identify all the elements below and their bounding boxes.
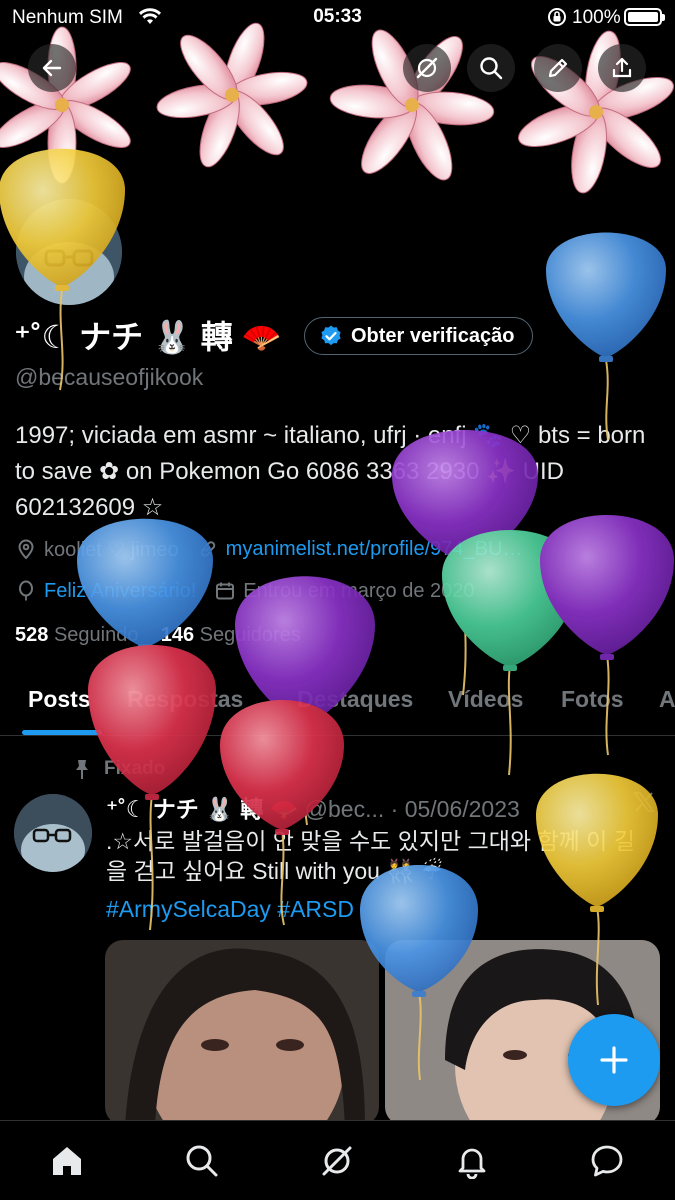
following-link[interactable]: 528 Seguindo bbox=[15, 624, 138, 646]
x-logo-icon bbox=[632, 790, 656, 819]
followers-label: Seguidores bbox=[199, 624, 301, 646]
tab-highlights[interactable]: Destaques bbox=[297, 686, 413, 713]
pencil-icon bbox=[548, 58, 568, 78]
profile-avatar[interactable] bbox=[12, 195, 126, 309]
chat-icon bbox=[591, 1145, 623, 1177]
profile-handle: @becauseofjikook bbox=[15, 364, 204, 390]
search-button[interactable] bbox=[467, 44, 515, 92]
get-verified-label: Obter verificação bbox=[351, 324, 515, 347]
post-handle-date: @bec... · 05/06/2023 bbox=[304, 796, 520, 822]
search-icon bbox=[480, 57, 503, 80]
home-icon bbox=[53, 1147, 81, 1175]
bell-icon bbox=[458, 1148, 486, 1179]
post-avatar[interactable] bbox=[14, 794, 92, 872]
active-tab-indicator bbox=[22, 730, 102, 735]
nav-home[interactable] bbox=[47, 1141, 87, 1181]
nav-messages[interactable] bbox=[587, 1141, 627, 1181]
back-button[interactable] bbox=[28, 44, 76, 92]
followers-count: 146 bbox=[160, 624, 195, 646]
profile-tabs: Posts Respostas Destaques Vídeos Fotos A bbox=[0, 672, 675, 736]
get-verified-button[interactable]: Obter verificação bbox=[304, 317, 534, 355]
following-label: Seguindo bbox=[53, 624, 139, 646]
followers-link[interactable]: 146 Seguidores bbox=[161, 624, 301, 646]
rotation-lock-icon bbox=[546, 6, 568, 34]
nav-search[interactable] bbox=[182, 1141, 222, 1181]
post-text: .☆서로 발걸음이 안 맞을 수도 있지만 그대와 함께 이 길을 걷고 싶어요… bbox=[106, 828, 635, 884]
arrow-left-icon bbox=[42, 59, 62, 77]
joined-text: Entrou em março de 2020 bbox=[243, 579, 475, 602]
post-hashtags[interactable]: #ArmySelcaDay #ARSD bbox=[106, 896, 354, 923]
battery-percent: 100% bbox=[572, 7, 621, 28]
compose-button[interactable] bbox=[568, 1014, 660, 1106]
display-name: ⁺˚☾ ナチ 🐰 轉 🪭 bbox=[14, 319, 282, 355]
tab-more[interactable]: A bbox=[659, 686, 675, 713]
pinned-label: Fixado bbox=[104, 758, 166, 779]
grok-icon bbox=[322, 1146, 352, 1176]
verified-badge-icon bbox=[321, 325, 341, 346]
nav-notifications[interactable] bbox=[452, 1141, 492, 1181]
edit-button[interactable] bbox=[534, 44, 582, 92]
balloon-icon bbox=[15, 580, 37, 602]
balloon bbox=[546, 232, 666, 441]
tab-photos[interactable]: Fotos bbox=[561, 686, 624, 713]
share-icon bbox=[612, 57, 632, 78]
grok-button[interactable] bbox=[403, 44, 451, 92]
birthday-text[interactable]: Feliz Aniversário! bbox=[44, 580, 196, 603]
website-link[interactable]: myanimelist.net/profile/974_BU… bbox=[226, 538, 523, 561]
plus-icon bbox=[600, 1046, 628, 1074]
profile-bio: 1997; viciada em asmr ~ italiano, ufrj ·… bbox=[15, 422, 646, 521]
balloon bbox=[442, 530, 578, 776]
post-header: ⁺˚☾ ナチ 🐰 轉 🪭 @bec... · 05/06/2023 bbox=[106, 790, 520, 824]
post-author-name[interactable]: ⁺˚☾ ナチ 🐰 轉 🪭 bbox=[106, 796, 298, 822]
link-icon bbox=[197, 538, 219, 560]
bottom-navigation bbox=[0, 1120, 675, 1200]
profile-meta-row-2: Feliz Aniversário! Entrou em março de 20… bbox=[15, 576, 475, 606]
search-icon bbox=[186, 1145, 218, 1177]
share-button[interactable] bbox=[598, 44, 646, 92]
post-image-1[interactable] bbox=[105, 940, 379, 1125]
follow-counts: 528 Seguindo 146 Seguidores bbox=[15, 624, 301, 647]
following-count: 528 bbox=[15, 624, 49, 646]
tab-replies[interactable]: Respostas bbox=[127, 686, 243, 713]
pin-icon bbox=[76, 760, 88, 779]
display-name-row: ⁺˚☾ ナチ 🐰 轉 🪭 bbox=[14, 312, 282, 358]
calendar-icon bbox=[214, 580, 236, 602]
tab-videos[interactable]: Vídeos bbox=[448, 686, 523, 713]
grok-icon bbox=[416, 57, 438, 79]
pinned-indicator: Fixado bbox=[72, 758, 165, 780]
battery-icon bbox=[624, 8, 665, 26]
location-text: kooliet ♡ jimeo bbox=[44, 538, 179, 561]
nav-grok[interactable] bbox=[317, 1141, 357, 1181]
status-bar: Nenhum SIM 05:33 100% bbox=[0, 0, 675, 34]
location-pin-icon bbox=[15, 538, 37, 560]
profile-meta-row-1: kooliet ♡ jimeo myanimelist.net/profile/… bbox=[15, 534, 522, 564]
tab-posts[interactable]: Posts bbox=[28, 686, 91, 713]
